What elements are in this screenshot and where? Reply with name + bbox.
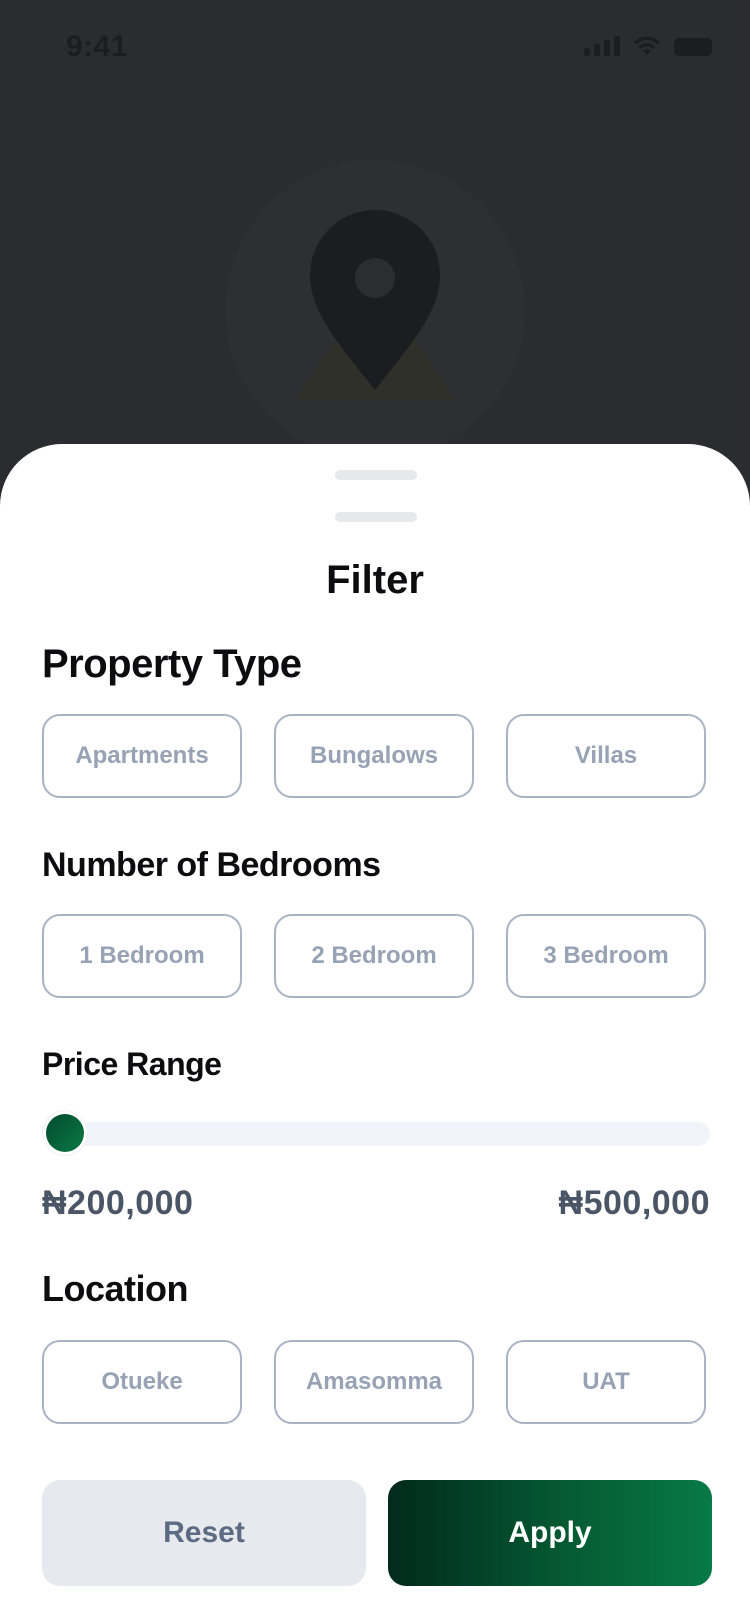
drag-handle[interactable] xyxy=(335,470,417,480)
location-title: Location xyxy=(42,1268,189,1309)
signal-icon xyxy=(584,34,620,56)
property-type-options: Apartments Bungalows Villas xyxy=(42,714,706,798)
chip-apartments[interactable]: Apartments xyxy=(42,714,242,798)
map-pin-icon xyxy=(225,160,525,460)
sheet-title: Filter xyxy=(326,558,424,602)
status-bar: 9:41 xyxy=(0,0,750,96)
bedrooms-options: 1 Bedroom 2 Bedroom 3 Bedroom xyxy=(42,914,706,998)
status-icons xyxy=(584,34,712,56)
price-max: ₦500,000 xyxy=(558,1184,710,1222)
price-range-slider[interactable] xyxy=(42,1114,710,1154)
wifi-icon xyxy=(634,36,660,55)
slider-track[interactable] xyxy=(42,1122,710,1146)
status-time: 9:41 xyxy=(66,30,129,63)
filter-screen: 9:41 Filter Property Type Apartments Bun… xyxy=(0,0,750,1624)
chip-3-bedroom[interactable]: 3 Bedroom xyxy=(506,914,706,998)
price-min: ₦200,000 xyxy=(42,1184,194,1222)
drag-handle-secondary[interactable] xyxy=(335,512,417,522)
chip-villas[interactable]: Villas xyxy=(506,714,706,798)
price-range-title: Price Range xyxy=(42,1046,222,1082)
chip-uat[interactable]: UAT xyxy=(506,1340,706,1424)
chip-otueke[interactable]: Otueke xyxy=(42,1340,242,1424)
slider-thumb[interactable] xyxy=(46,1114,84,1152)
bedrooms-title: Number of Bedrooms xyxy=(42,846,381,884)
property-type-title: Property Type xyxy=(42,642,302,686)
apply-button[interactable]: Apply xyxy=(388,1480,712,1586)
chip-2-bedroom[interactable]: 2 Bedroom xyxy=(274,914,474,998)
chip-amasomma[interactable]: Amasomma xyxy=(274,1340,474,1424)
reset-button[interactable]: Reset xyxy=(42,1480,366,1586)
chip-1-bedroom[interactable]: 1 Bedroom xyxy=(42,914,242,998)
battery-icon xyxy=(674,38,712,56)
location-options: Otueke Amasomma UAT xyxy=(42,1340,706,1424)
filter-sheet: Filter Property Type Apartments Bungalow… xyxy=(0,444,750,1624)
chip-bungalows[interactable]: Bungalows xyxy=(274,714,474,798)
